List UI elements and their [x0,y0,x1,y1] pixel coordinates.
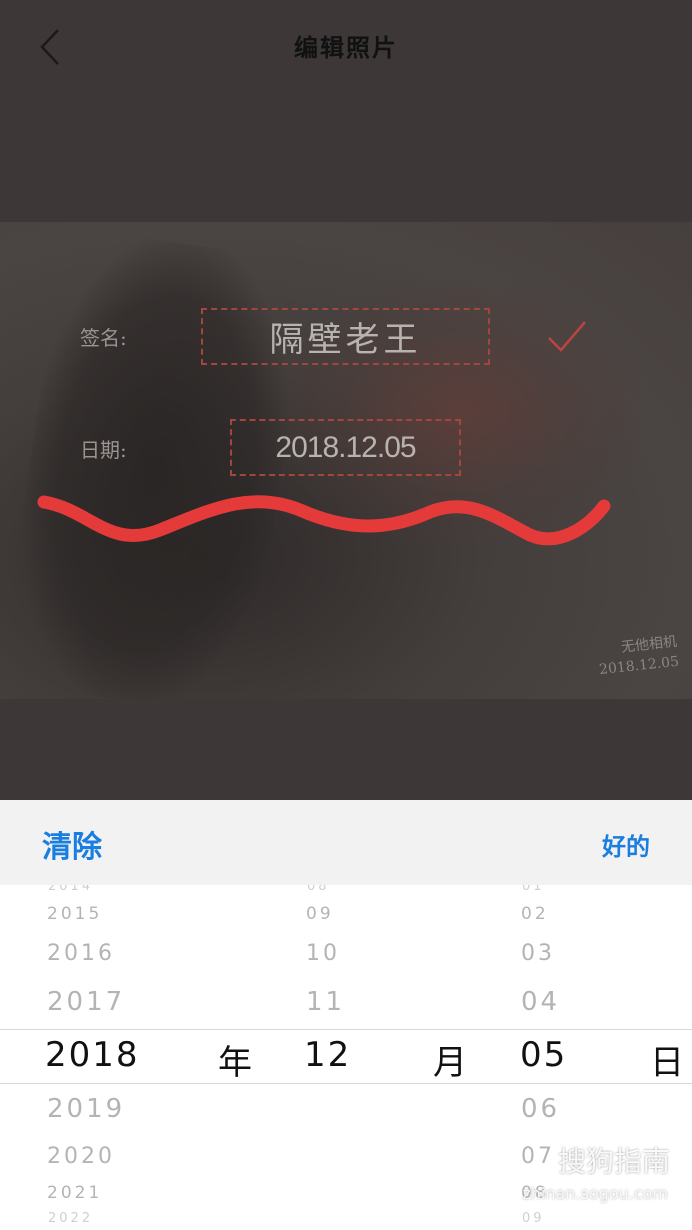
day-option[interactable]: 02 [521,904,549,924]
ok-button[interactable]: 好的 [602,827,650,862]
date-label: 日期: [80,438,127,462]
nav-bar: 编辑照片 [0,0,692,96]
year-option[interactable]: 2016 [47,941,115,966]
selection-bottom-line [0,1083,692,1084]
watermark-url: zhinan.sogou.com [522,1184,668,1203]
month-option[interactable]: 09 [306,904,334,924]
month-option[interactable]: 11 [306,987,345,1017]
selection-top-line [0,1029,692,1030]
year-option[interactable]: 2019 [47,1094,125,1124]
signature-label: 签名: [80,326,127,350]
clear-button[interactable]: 清除 [42,822,102,866]
signature-value: 隔壁老王 [269,320,422,360]
page-title: 编辑照片 [294,33,398,62]
day-option[interactable]: 07 [521,1144,555,1169]
month-option[interactable]: 08 [307,885,330,894]
day-option[interactable]: 09 [522,1211,545,1226]
selected-day[interactable]: 05 [520,1035,567,1075]
year-option[interactable]: 2015 [47,904,102,924]
day-option[interactable]: 06 [521,1094,560,1124]
month-option[interactable]: 10 [306,941,340,966]
date-value: 2018.12.05 [275,430,416,464]
selected-month[interactable]: 12 [304,1035,351,1075]
year-option[interactable]: 2017 [47,987,125,1017]
day-unit-label: 日 [650,1043,684,1083]
year-unit-label: 年 [218,1043,252,1083]
date-field[interactable]: 2018.12.05 [230,419,461,476]
watermark-text: 搜狗指南 [557,1145,670,1178]
photo-preview: 签名: 隔壁老王 日期: 2018.12.05 无他相机 2018.12.05 [0,222,692,699]
day-option[interactable]: 01 [522,885,545,894]
picker-toolbar: 清除 好的 [0,800,692,885]
photo-stamp: 无他相机 2018.12.05 [596,632,680,680]
year-option[interactable]: 2014 [48,885,93,894]
year-option[interactable]: 2022 [48,1211,93,1226]
day-option[interactable]: 04 [521,987,560,1017]
signature-field[interactable]: 隔壁老王 [201,308,490,365]
month-unit-label: 月 [433,1043,467,1083]
year-option[interactable]: 2021 [47,1183,102,1203]
year-option[interactable]: 2020 [47,1144,115,1169]
checkmark-icon [548,321,586,352]
confirm-check-button[interactable] [545,318,589,356]
day-option[interactable]: 03 [521,941,555,966]
red-wave-annotation [37,495,611,546]
selected-year[interactable]: 2018 [45,1035,140,1075]
editor-background: 编辑照片 签名: 隔壁老王 日期: 2018.12.05 无他相机 2018.1… [0,0,692,800]
